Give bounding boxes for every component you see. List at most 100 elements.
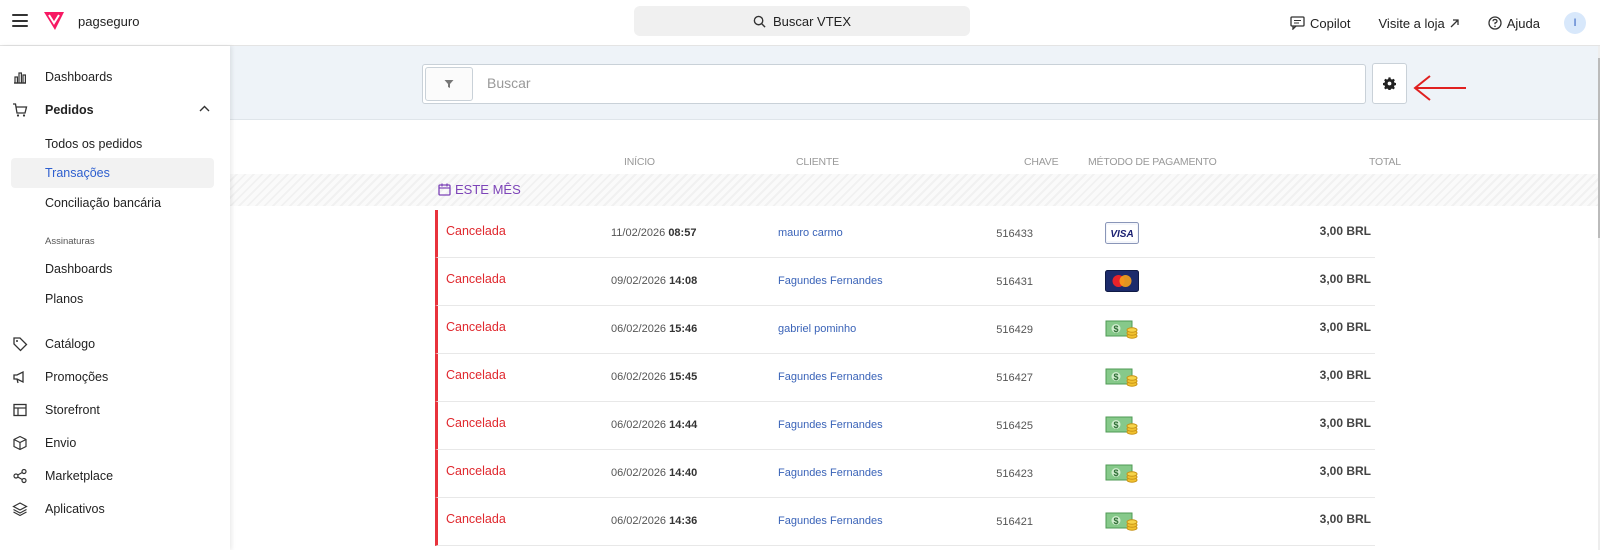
group-header: ESTE MÊS	[230, 174, 1600, 206]
copilot-label: Copilot	[1310, 15, 1351, 31]
time-value: 14:44	[669, 419, 698, 431]
tag-icon	[13, 337, 28, 352]
sidebar-item-label: Promoções	[45, 370, 109, 384]
client-link[interactable]: Fagundes Fernandes	[778, 419, 883, 431]
sidebar-item-envio[interactable]: Envio	[0, 428, 230, 458]
cash-icon: $	[1105, 416, 1138, 435]
sidebar-item-label: Envio	[45, 436, 77, 450]
section-label-assinaturas: Assinaturas	[45, 236, 95, 247]
copilot-button[interactable]: Copilot	[1290, 15, 1351, 31]
svg-text:VISA: VISA	[1110, 229, 1133, 240]
client-link[interactable]: Fagundes Fernandes	[778, 467, 883, 479]
mastercard-icon	[1105, 270, 1139, 292]
sidebar-subitem-planos[interactable]: Planos	[45, 292, 83, 306]
sidebar-subitem-assinaturas-dashboards[interactable]: Dashboards	[45, 262, 112, 276]
client-link[interactable]: Fagundes Fernandes	[778, 275, 883, 287]
date-value: 06/02/2026	[611, 515, 667, 527]
total-cell: 3,00 BRL	[1319, 272, 1371, 286]
date-cell: 06/02/2026 14:36	[611, 515, 697, 527]
date-value: 06/02/2026	[611, 323, 667, 335]
table-row[interactable]: Cancelada 11/02/2026 08:57 mauro carmo 5…	[435, 210, 1375, 258]
key-cell: 516421	[996, 516, 1033, 528]
sidebar-item-marketplace[interactable]: Marketplace	[0, 461, 230, 491]
col-header-metodo-pagamento[interactable]: MÉTODO DE PAGAMENTO	[1088, 156, 1217, 168]
date-cell: 06/02/2026 15:46	[611, 323, 697, 335]
bar-chart-icon	[14, 72, 27, 84]
table-row[interactable]: Cancelada 06/02/2026 15:46 gabriel pomin…	[435, 306, 1375, 354]
sidebar: Dashboards Pedidos Todos os pedidos Tran…	[0, 46, 230, 550]
search-icon	[753, 15, 766, 28]
table-row[interactable]: Cancelada 09/02/2026 14:08 Fagundes Fern…	[435, 258, 1375, 306]
status-cell: Cancelada	[446, 320, 506, 334]
sidebar-subitem-label: Transações	[45, 166, 110, 180]
menu-icon[interactable]	[12, 14, 28, 27]
chevron-up-icon[interactable]	[199, 105, 210, 112]
key-cell: 516425	[996, 420, 1033, 432]
cash-icon: $	[1105, 464, 1138, 483]
user-avatar[interactable]: I	[1564, 12, 1586, 34]
time-value: 14:40	[669, 467, 698, 479]
key-cell: 516431	[996, 276, 1033, 288]
table-row[interactable]: Cancelada 06/02/2026 15:45 Fagundes Fern…	[435, 354, 1375, 402]
date-value: 06/02/2026	[611, 419, 667, 431]
sidebar-item-pedidos[interactable]: Pedidos	[0, 95, 230, 125]
total-cell: 3,00 BRL	[1319, 512, 1371, 526]
vtex-search-button[interactable]: Buscar VTEX	[634, 6, 970, 36]
client-link[interactable]: Fagundes Fernandes	[778, 515, 883, 527]
layers-icon	[12, 502, 28, 517]
cart-icon	[13, 103, 28, 117]
visa-card-icon: VISA	[1105, 222, 1139, 244]
status-cell: Cancelada	[446, 368, 506, 382]
status-cell: Cancelada	[446, 272, 506, 286]
vtex-search-label: Buscar VTEX	[772, 13, 852, 29]
share-icon	[13, 468, 27, 484]
date-cell: 09/02/2026 14:08	[611, 275, 697, 287]
col-header-total[interactable]: TOTAL	[1369, 156, 1401, 168]
time-value: 14:08	[669, 275, 698, 287]
table-row[interactable]: Cancelada 06/02/2026 14:40 Fagundes Fern…	[435, 450, 1375, 498]
sidebar-item-dashboards[interactable]: Dashboards	[0, 62, 230, 92]
table-row[interactable]: Cancelada 06/02/2026 14:36 Fagundes Fern…	[435, 498, 1375, 546]
group-label-text: ESTE MÊS	[455, 182, 521, 197]
table-row[interactable]: Cancelada 06/02/2026 14:44 Fagundes Fern…	[435, 402, 1375, 450]
sidebar-item-label: Dashboards	[45, 70, 113, 84]
time-value: 15:45	[669, 371, 698, 383]
time-value: 15:46	[669, 323, 698, 335]
client-link[interactable]: mauro carmo	[778, 227, 843, 239]
sidebar-item-label: Marketplace	[45, 469, 114, 483]
sidebar-item-catalogo[interactable]: Catálogo	[0, 329, 230, 359]
visit-store-link[interactable]: Visite a loja	[1379, 16, 1460, 31]
external-link-icon	[1450, 18, 1459, 27]
col-header-inicio[interactable]: INÍCIO	[624, 156, 655, 168]
col-header-cliente[interactable]: CLIENTE	[796, 156, 839, 168]
date-cell: 06/02/2026 14:44	[611, 419, 697, 431]
sidebar-item-promocoes[interactable]: Promoções	[0, 362, 230, 392]
vtex-logo-icon[interactable]	[42, 10, 66, 32]
sidebar-item-label: Aplicativos	[45, 502, 105, 516]
date-value: 09/02/2026	[611, 275, 667, 287]
date-value: 06/02/2026	[611, 371, 667, 383]
account-name[interactable]: pagseguro	[78, 14, 139, 29]
sidebar-subitem-todos-pedidos[interactable]: Todos os pedidos	[45, 137, 142, 151]
status-cell: Cancelada	[446, 512, 506, 526]
search-input[interactable]	[487, 75, 1287, 91]
help-label: Ajuda	[1506, 15, 1540, 31]
sidebar-subitem-transacoes[interactable]: Transações	[11, 158, 214, 188]
sidebar-item-aplicativos[interactable]: Aplicativos	[0, 494, 230, 524]
col-header-chave[interactable]: CHAVE	[1024, 156, 1059, 168]
svg-text:$: $	[1113, 468, 1118, 478]
filter-button[interactable]	[425, 67, 473, 101]
sidebar-item-storefront[interactable]: Storefront	[0, 395, 230, 425]
date-cell: 06/02/2026 15:45	[611, 371, 697, 383]
client-link[interactable]: Fagundes Fernandes	[778, 371, 883, 383]
sidebar-item-label: Catálogo	[45, 337, 96, 351]
key-cell: 516427	[996, 372, 1033, 384]
total-cell: 3,00 BRL	[1319, 320, 1371, 334]
help-button[interactable]: Ajuda	[1488, 16, 1540, 31]
client-link[interactable]: gabriel pominho	[778, 323, 856, 335]
sidebar-subitem-conciliacao[interactable]: Conciliação bancária	[45, 196, 161, 210]
time-value: 08:57	[668, 227, 697, 239]
status-cell: Cancelada	[446, 224, 506, 238]
cash-icon: $	[1105, 320, 1138, 339]
settings-button[interactable]	[1372, 63, 1407, 104]
